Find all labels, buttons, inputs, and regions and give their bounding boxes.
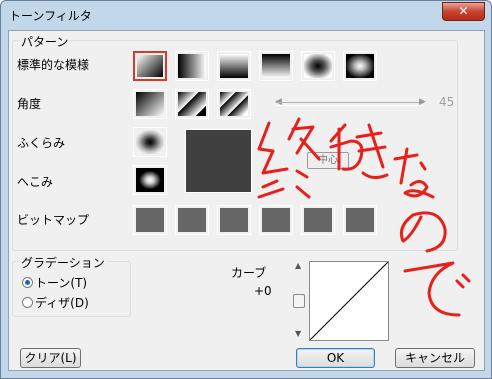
pattern-tile-vertical-reverse[interactable] [259,51,293,81]
angle-value: 45 [439,95,455,109]
scroll-down-icon[interactable]: ▼ [295,329,301,338]
bitmap-tile-6[interactable] [343,205,377,235]
gradation-group-label: グラデーション [19,254,107,271]
pattern-tile-linear-diagonal[interactable] [133,51,167,81]
center-button[interactable]: 中心 [307,152,349,169]
bitmap-tile-4[interactable] [259,205,293,235]
title-bar[interactable]: トーンフィルタ ✕ [1,1,491,31]
close-button[interactable]: ✕ [442,2,485,21]
dither-radio[interactable]: ディザ(D) [22,294,89,311]
bitmap-tile-3[interactable] [217,205,251,235]
curve-scrollbar[interactable]: ▲ ▼ [293,261,305,339]
angle-tile-0[interactable] [133,89,167,119]
radio-checked-icon [22,277,33,288]
bulge-label: ふくらみ [17,136,66,150]
curve-line [309,261,389,341]
pattern-tile-radial-dark-center[interactable] [301,51,335,81]
pattern-group-label: パターン [19,33,71,50]
slider-right-arrow-icon[interactable]: ▶ [419,97,426,107]
pattern-tile-vertical[interactable] [217,51,251,81]
pattern-preview [185,129,252,193]
curve-graph [309,261,389,341]
dent-tile[interactable] [133,165,167,195]
standard-pattern-label: 標準的な模様 [17,58,90,72]
scroll-thumb[interactable] [293,294,305,308]
bitmap-tile-2[interactable] [175,205,209,235]
dent-label: へこみ [17,175,54,189]
window-title: トーンフィルタ [9,9,92,23]
ok-button[interactable]: OK [296,348,375,368]
dither-radio-label: ディザ(D) [35,296,89,310]
dialog-window: トーンフィルタ ✕ パターン 標準的な模様 角度 ふくらみ へこみ ビットマップ [0,0,492,379]
radio-unchecked-icon [22,297,33,308]
curve-label: カーブ [231,266,267,280]
dialog-client: パターン 標準的な模様 角度 ふくらみ へこみ ビットマップ ◀ ▶ 45 中心… [8,30,485,371]
pattern-tile-horizontal[interactable] [175,51,209,81]
angle-label: 角度 [17,97,42,111]
pattern-tile-radial-light-center[interactable] [343,51,377,81]
curve-value: +0 [254,284,272,298]
tone-radio[interactable]: トーン(T) [22,274,87,291]
close-icon: ✕ [458,4,469,18]
scroll-up-icon[interactable]: ▲ [295,261,301,270]
angle-slider[interactable] [276,102,424,106]
clear-button[interactable]: クリア(L) [20,348,81,368]
cancel-button[interactable]: キャンセル [395,348,475,368]
angle-tile-2[interactable] [217,89,251,119]
bitmap-tile-5[interactable] [301,205,335,235]
bitmap-tile-1[interactable] [133,205,167,235]
bitmap-label: ビットマップ [17,213,90,227]
angle-tile-1[interactable] [175,89,209,119]
bulge-tile[interactable] [133,127,167,157]
tone-radio-label: トーン(T) [35,276,88,290]
